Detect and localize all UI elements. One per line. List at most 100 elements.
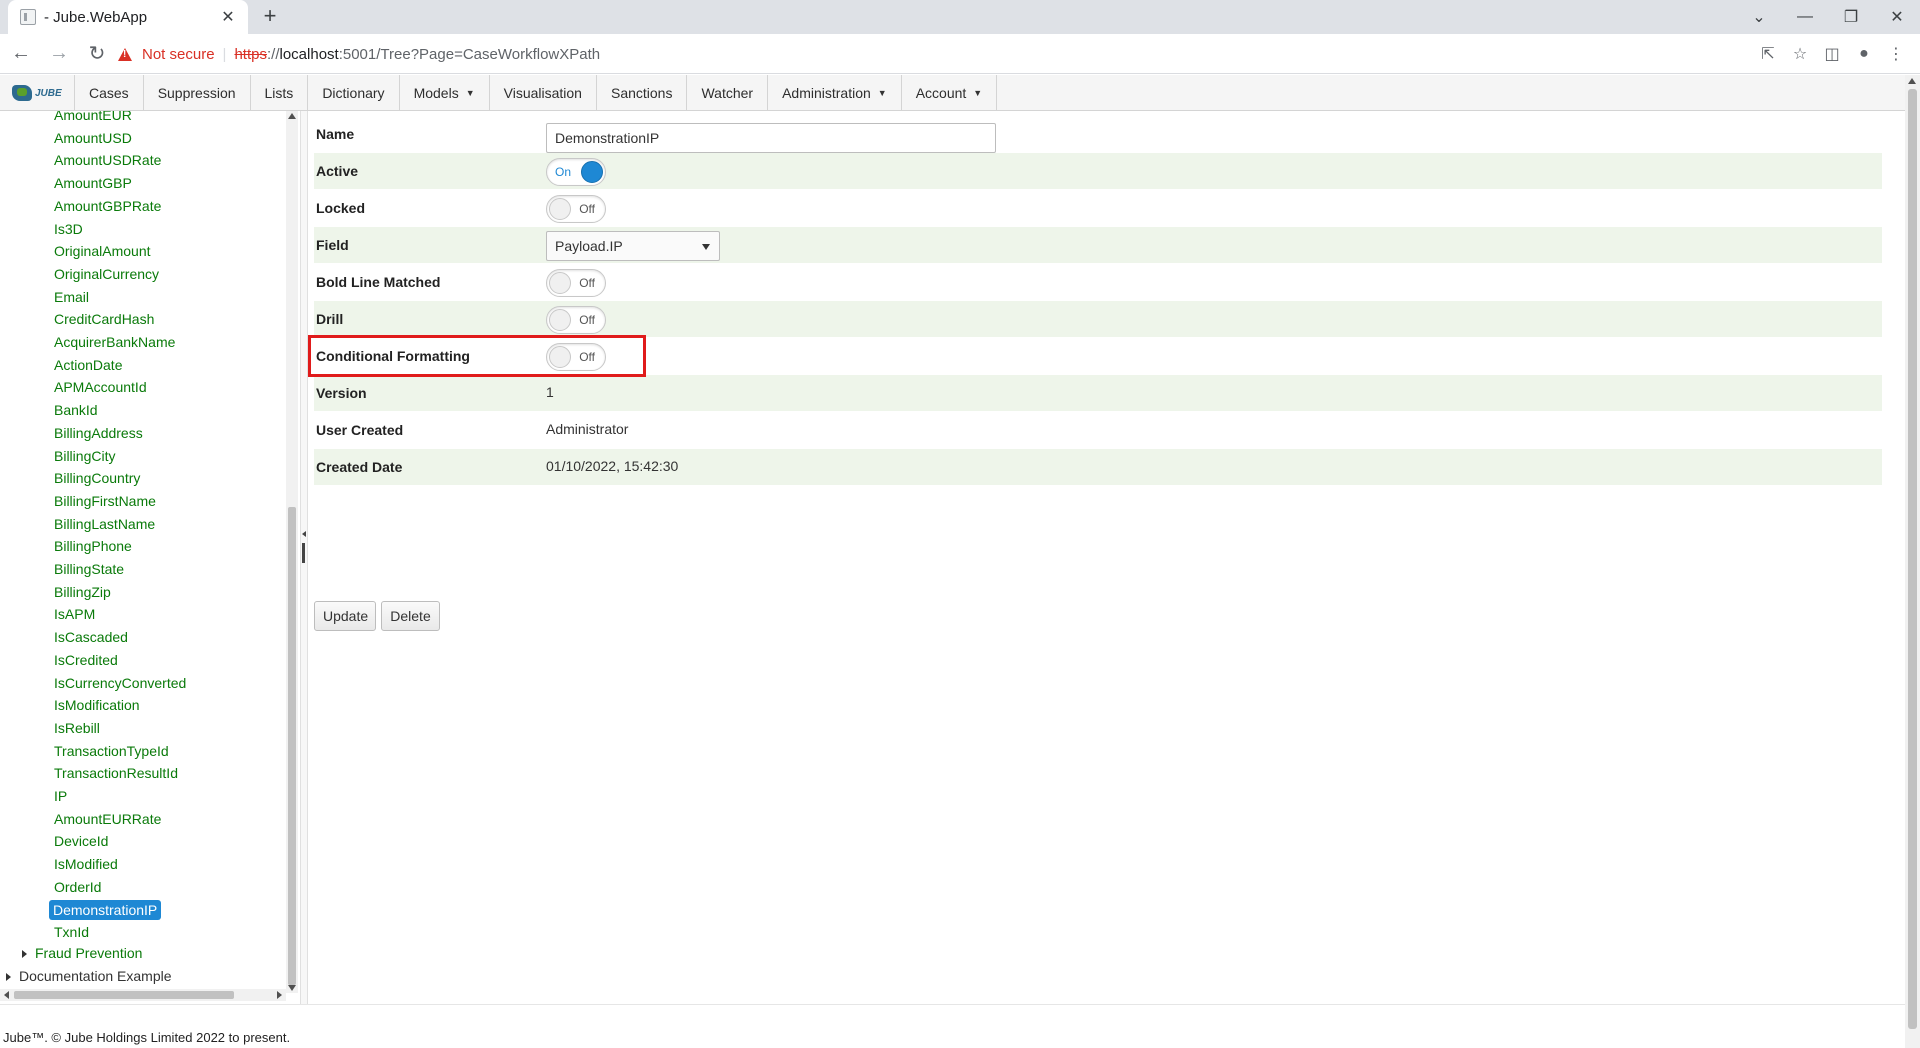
tree-item-orderid[interactable]: OrderId [50,877,105,897]
scroll-left-icon[interactable] [4,991,9,999]
drill-toggle[interactable]: Off [546,306,606,334]
minimize-icon[interactable]: — [1782,0,1828,34]
tree-item-originalamount[interactable]: OriginalAmount [50,241,155,261]
window-controls: ⌄ — ❐ ✕ [1736,0,1920,34]
toggle-state: Off [579,276,595,290]
conditional-formatting-toggle[interactable]: Off [546,343,606,371]
tree-item-iscredited[interactable]: IsCredited [50,650,122,670]
delete-button[interactable]: Delete [381,601,440,631]
tree-item-originalcurrency[interactable]: OriginalCurrency [50,264,163,284]
forward-icon[interactable]: → [42,37,76,71]
tree-node-fraud-prevention[interactable]: Fraud Prevention [22,943,142,963]
menu-item-label: Models [413,85,459,101]
tree-item-transactiontypeid[interactable]: TransactionTypeId [50,741,173,761]
tree-item-billingaddress[interactable]: BillingAddress [50,423,147,443]
tree-item-bankid[interactable]: BankId [50,400,102,420]
tree-item-acquirerbankname[interactable]: AcquirerBankName [50,332,179,352]
scroll-thumb[interactable] [288,507,296,985]
menu-item-label: Suppression [157,85,236,101]
update-button[interactable]: Update [314,601,376,631]
profile-avatar-icon[interactable]: ● [1848,38,1880,70]
name-label: Name [316,126,355,142]
tree-item-txnid[interactable]: TxnId [50,922,93,942]
tree-item-email[interactable]: Email [50,287,93,307]
new-tab-button[interactable]: + [256,4,284,30]
tree-item-transactionresultid[interactable]: TransactionResultId [50,763,182,783]
menu-item-suppression[interactable]: Suppression [144,75,251,111]
menu-item-administration[interactable]: Administration ▼ [768,75,902,111]
tree-item-billingstate[interactable]: BillingState [50,559,128,579]
scroll-thumb[interactable] [14,991,234,999]
tree-item-amounteurrate[interactable]: AmountEURRate [50,809,165,829]
address-bar[interactable]: Not secure | https :// localhost :5001/T… [108,39,1788,69]
panel-splitter[interactable] [300,111,308,1004]
tree-item-demonstrationip[interactable]: DemonstrationIP [49,899,162,920]
scroll-thumb[interactable] [1908,89,1917,1029]
tree-item-amountgbp[interactable]: AmountGBP [50,173,136,193]
tree-item-creditcardhash[interactable]: CreditCardHash [50,309,158,329]
tab-title: - Jube.WebApp [44,8,148,26]
tree-item-amountgbprate[interactable]: AmountGBPRate [50,196,165,216]
menu-item-dictionary[interactable]: Dictionary [308,75,400,111]
tree-item-ismodification[interactable]: IsModification [50,695,144,715]
tree-item-is3d[interactable]: Is3D [50,219,87,239]
tree-item-amountusdrate[interactable]: AmountUSDRate [50,150,165,170]
collapse-arrow-icon[interactable] [302,531,306,537]
menu-item-models[interactable]: Models ▼ [400,75,490,111]
active-toggle[interactable]: On [546,158,606,186]
tree-item-actiondate[interactable]: ActionDate [50,355,126,375]
tree-horizontal-scrollbar[interactable] [0,989,286,1001]
scroll-right-icon[interactable] [277,991,282,999]
scroll-up-icon[interactable] [1908,78,1916,84]
tree-item-ip[interactable]: IP [50,786,71,806]
menu-item-lists[interactable]: Lists [251,75,309,111]
tree-item-billingfirstname[interactable]: BillingFirstName [50,491,160,511]
side-panel-icon[interactable]: ◫ [1816,38,1848,70]
tree-item-amounteur[interactable]: AmountEUR [50,111,136,125]
jube-logo[interactable]: JUBE [0,75,75,111]
name-input[interactable] [546,123,996,153]
caret-down-icon: ▼ [877,88,887,98]
maximize-icon[interactable]: ❐ [1828,0,1874,34]
menu-item-visualisation[interactable]: Visualisation [490,75,597,111]
menu-item-sanctions[interactable]: Sanctions [597,75,688,111]
tree-item-billingcity[interactable]: BillingCity [50,446,119,466]
tree-node-documentation-example[interactable]: Documentation Example [6,966,172,986]
url-scheme: https [234,45,267,63]
tree-vertical-scrollbar[interactable] [286,111,298,993]
not-secure-label[interactable]: Not secure [142,46,215,63]
scroll-down-icon[interactable] [288,985,296,991]
splitter-grip[interactable] [302,543,305,563]
browser-menu-icon[interactable]: ⋮ [1880,38,1912,70]
bold-line-matched-toggle[interactable]: Off [546,269,606,297]
back-icon[interactable]: ← [4,37,38,71]
tree-item-deviceid[interactable]: DeviceId [50,831,112,851]
tree-item-isapm[interactable]: IsAPM [50,604,99,624]
menu-item-watcher[interactable]: Watcher [687,75,769,111]
field-select[interactable]: Payload.IP [546,231,720,261]
tree-item-billingcountry[interactable]: BillingCountry [50,468,144,488]
tree-item-amountusd[interactable]: AmountUSD [50,128,136,148]
tree-item-ismodified[interactable]: IsModified [50,854,122,874]
expand-arrow-icon[interactable] [6,973,11,982]
tree-item-billinglastname[interactable]: BillingLastName [50,514,159,534]
menu-item-account[interactable]: Account ▼ [902,75,998,111]
tree-item-iscascaded[interactable]: IsCascaded [50,627,132,647]
browser-tab[interactable]: - Jube.WebApp ✕ [8,0,248,34]
tree-item-apmaccountid[interactable]: APMAccountId [50,377,151,397]
page-vertical-scrollbar[interactable] [1905,75,1920,1048]
menu-item-label: Sanctions [610,85,673,101]
window-close-icon[interactable]: ✕ [1874,0,1920,34]
menu-item-cases[interactable]: Cases [75,75,144,111]
tree-item-billingphone[interactable]: BillingPhone [50,536,136,556]
scroll-up-icon[interactable] [288,113,296,119]
share-icon[interactable]: ⇱ [1752,38,1784,70]
expand-arrow-icon[interactable] [22,950,27,959]
tab-close-icon[interactable]: ✕ [218,7,238,27]
tree-item-isrebill[interactable]: IsRebill [50,718,104,738]
locked-toggle[interactable]: Off [546,195,606,223]
tree-item-billingzip[interactable]: BillingZip [50,582,115,602]
tree-item-iscurrencyconverted[interactable]: IsCurrencyConverted [50,673,190,693]
bookmark-star-icon[interactable]: ☆ [1784,38,1816,70]
tab-search-icon[interactable]: ⌄ [1736,0,1782,34]
